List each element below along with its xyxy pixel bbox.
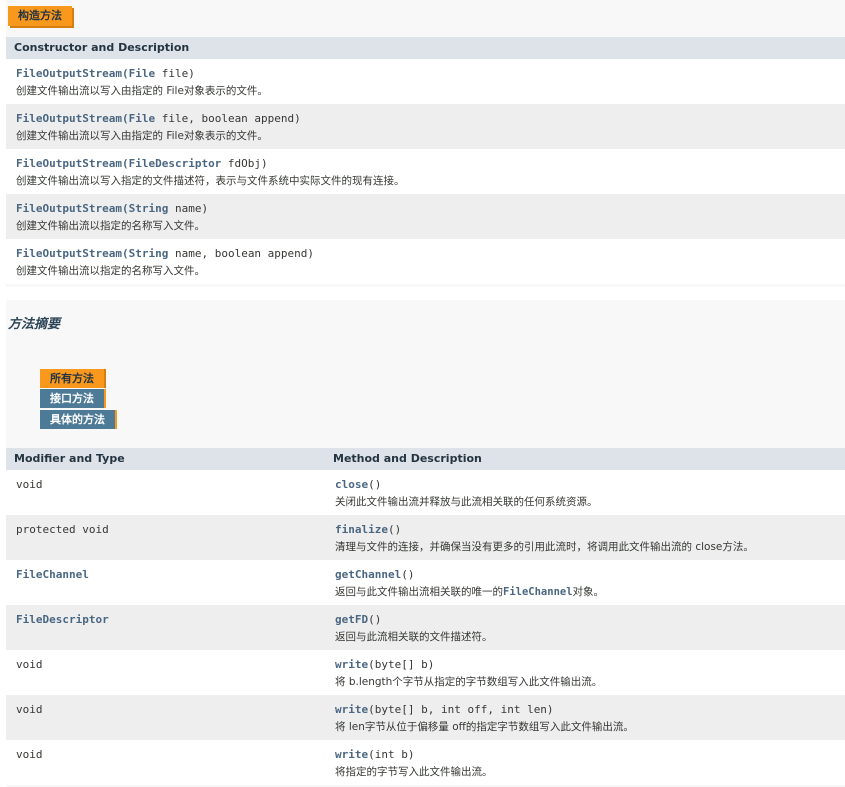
constructor-description: 创建文件输出流以指定的名称写入文件。 bbox=[16, 220, 205, 232]
method-cell: write(int b) 将指定的字节写入此文件输出流。 bbox=[335, 748, 493, 778]
method-cell: getFD() 返回与此流相关联的文件描述符。 bbox=[335, 613, 493, 643]
method-link[interactable]: write bbox=[335, 658, 368, 671]
method-return-type: protected void bbox=[16, 523, 109, 536]
method-description: 关闭此文件输出流并释放与此流相关联的任何系统资源。 bbox=[335, 496, 598, 508]
filechannel-link[interactable]: FileChannel bbox=[503, 586, 573, 598]
method-link[interactable]: write bbox=[335, 748, 368, 761]
tab-concrete-methods[interactable]: 具体的方法 bbox=[40, 410, 115, 429]
tab-interface-methods[interactable]: 接口方法 bbox=[40, 389, 104, 408]
method-link[interactable]: finalize bbox=[335, 523, 388, 536]
method-link[interactable]: getChannel bbox=[335, 568, 401, 581]
method-row: void write(byte[] b, int off, int len) 将… bbox=[6, 695, 845, 740]
method-description: 将 len字节从位于偏移量 off的指定字节数组写入此文件输出流。 bbox=[335, 721, 634, 733]
constructor-row: FileOutputStream(String name, boolean ap… bbox=[6, 239, 845, 284]
column-header-method: Method and Description bbox=[333, 452, 482, 465]
method-description: 返回与此流相关联的文件描述符。 bbox=[335, 631, 493, 643]
constructor-signature: FileOutputStream(FileDescriptor fdObj) bbox=[16, 157, 268, 170]
method-summary-title: 方法摘要 bbox=[8, 317, 61, 332]
method-link[interactable]: getFD bbox=[335, 613, 368, 626]
method-row: FileDescriptor getFD() 返回与此流相关联的文件描述符。 bbox=[6, 605, 845, 650]
method-row: void write(byte[] b) 将 b.length个字节从指定的字节… bbox=[6, 650, 845, 695]
method-cell: getChannel() 返回与此文件输出流相关联的唯一的FileChannel… bbox=[335, 568, 605, 598]
method-cell: write(byte[] b) 将 b.length个字节从指定的字节数组写入此… bbox=[335, 658, 603, 688]
method-return-type: void bbox=[16, 703, 43, 716]
param-type-link[interactable]: File bbox=[129, 67, 156, 80]
method-return-type: void bbox=[16, 478, 43, 491]
method-return-type-link[interactable]: FileChannel bbox=[16, 567, 89, 582]
method-description: 返回与此文件输出流相关联的唯一的FileChannel对象。 bbox=[335, 586, 605, 598]
constructor-row: FileOutputStream(File file, boolean appe… bbox=[6, 104, 845, 149]
constructor-signature: FileOutputStream(String name, boolean ap… bbox=[16, 247, 315, 260]
param-type-link[interactable]: String bbox=[129, 247, 169, 260]
method-cell: close() 关闭此文件输出流并释放与此流相关联的任何系统资源。 bbox=[335, 478, 598, 508]
constructor-link[interactable]: FileOutputStream bbox=[16, 157, 122, 170]
constructor-description: 创建文件输出流以写入指定的文件描述符，表示与文件系统中实际文件的现有连接。 bbox=[16, 175, 405, 187]
method-link[interactable]: write bbox=[335, 703, 368, 716]
constructor-description: 创建文件输出流以指定的名称写入文件。 bbox=[16, 265, 205, 277]
constructor-row: FileOutputStream(String name) 创建文件输出流以指定… bbox=[6, 194, 845, 239]
method-return-type: void bbox=[16, 658, 43, 671]
constructor-signature: FileOutputStream(File file) bbox=[16, 67, 195, 80]
method-cell: write(byte[] b, int off, int len) 将 len字… bbox=[335, 703, 634, 733]
param-type-link[interactable]: String bbox=[129, 202, 169, 215]
method-return-type: void bbox=[16, 748, 43, 761]
method-return-type-link[interactable]: FileDescriptor bbox=[16, 612, 109, 627]
column-header-type: Modifier and Type bbox=[14, 452, 125, 465]
param-type-link[interactable]: FileDescriptor bbox=[129, 157, 222, 170]
tab-constructors[interactable]: 构造方法 bbox=[8, 6, 72, 26]
constructor-table-header: Constructor and Description bbox=[6, 37, 845, 59]
method-table: Modifier and Type Method and Description… bbox=[6, 448, 845, 785]
param-type-link[interactable]: File bbox=[129, 112, 156, 125]
constructor-link[interactable]: FileOutputStream bbox=[16, 247, 122, 260]
method-description: 清理与文件的连接，并确保当没有更多的引用此流时，将调用此文件输出流的 close… bbox=[335, 541, 754, 553]
constructor-description: 创建文件输出流以写入由指定的 File对象表示的文件。 bbox=[16, 130, 268, 142]
method-row: void write(int b) 将指定的字节写入此文件输出流。 bbox=[6, 740, 845, 785]
method-row: FileChannel getChannel() 返回与此文件输出流相关联的唯一… bbox=[6, 560, 845, 605]
method-description: 将 b.length个字节从指定的字节数组写入此文件输出流。 bbox=[335, 676, 603, 688]
constructor-description: 创建文件输出流以写入由指定的 File对象表示的文件。 bbox=[16, 85, 268, 97]
constructor-link[interactable]: FileOutputStream bbox=[16, 67, 122, 80]
constructor-link[interactable]: FileOutputStream bbox=[16, 112, 122, 125]
method-table-header: Modifier and Type Method and Description bbox=[6, 448, 845, 470]
method-description: 将指定的字节写入此文件输出流。 bbox=[335, 766, 493, 778]
method-row: protected void finalize() 清理与文件的连接，并确保当没… bbox=[6, 515, 845, 560]
tab-all-methods[interactable]: 所有方法 bbox=[40, 369, 104, 388]
method-row: void close() 关闭此文件输出流并释放与此流相关联的任何系统资源。 bbox=[6, 470, 845, 515]
constructor-row: FileOutputStream(File file) 创建文件输出流以写入由指… bbox=[6, 59, 845, 104]
method-link[interactable]: close bbox=[335, 478, 368, 491]
constructor-table: Constructor and Description FileOutputSt… bbox=[6, 37, 845, 284]
constructor-link[interactable]: FileOutputStream bbox=[16, 202, 122, 215]
constructor-row: FileOutputStream(FileDescriptor fdObj) 创… bbox=[6, 149, 845, 194]
method-cell: finalize() 清理与文件的连接，并确保当没有更多的引用此流时，将调用此文… bbox=[335, 523, 754, 553]
constructor-signature: FileOutputStream(File file, boolean appe… bbox=[16, 112, 301, 125]
constructor-signature: FileOutputStream(String name) bbox=[16, 202, 209, 215]
